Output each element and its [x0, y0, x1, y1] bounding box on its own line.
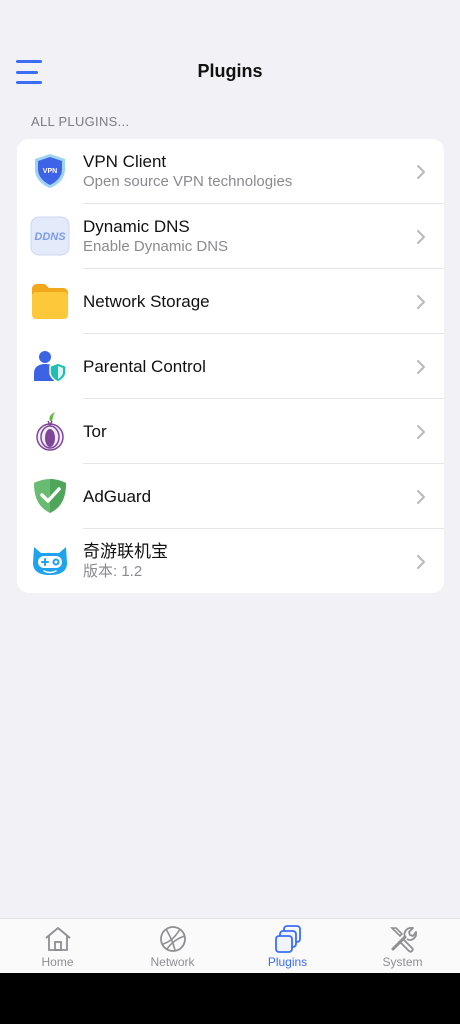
tab-home[interactable]: Home	[0, 919, 115, 973]
tab-label: Plugins	[267, 955, 308, 969]
plugins-icon	[274, 925, 301, 953]
tab-bar: Home Network Plugins System	[0, 918, 460, 973]
plugin-row-adguard[interactable]: AdGuard	[17, 464, 444, 529]
tab-system[interactable]: System	[345, 919, 460, 973]
plugin-row-parental-control[interactable]: Parental Control	[17, 334, 444, 399]
ddns-icon: DDNS	[30, 216, 70, 256]
plugin-row-tor[interactable]: Tor	[17, 399, 444, 464]
adguard-shield-icon	[30, 476, 70, 516]
plugin-row-qiyou[interactable]: 奇游联机宝 版本: 1.2	[17, 529, 444, 593]
qiyou-gamepad-icon	[30, 541, 70, 581]
chevron-right-icon	[417, 425, 425, 439]
plugin-row-vpn-client[interactable]: VPN VPN Client Open source VPN technolog…	[17, 139, 444, 204]
tab-label: Network	[150, 955, 195, 969]
tab-label: System	[382, 955, 423, 969]
tab-plugins[interactable]: Plugins	[230, 919, 345, 973]
plugin-title: Dynamic DNS	[83, 217, 190, 236]
system-navigation-bar	[0, 973, 460, 1024]
plugin-row-dynamic-dns[interactable]: DDNS Dynamic DNS Enable Dynamic DNS	[17, 204, 444, 269]
tab-network[interactable]: Network	[115, 919, 230, 973]
tor-onion-icon	[30, 411, 70, 451]
plugin-title: Parental Control	[83, 357, 206, 376]
plugin-title: Tor	[83, 422, 107, 441]
plugin-row-network-storage[interactable]: Network Storage	[17, 269, 444, 334]
tools-icon	[389, 926, 417, 953]
plugin-title: Network Storage	[83, 292, 210, 311]
chevron-right-icon	[417, 360, 425, 374]
plugin-list: VPN VPN Client Open source VPN technolog…	[17, 139, 444, 593]
chevron-right-icon	[417, 490, 425, 504]
page-title: Plugins	[197, 61, 263, 81]
plugin-title: VPN Client	[83, 152, 167, 171]
plugin-subtitle: Enable Dynamic DNS	[83, 238, 229, 255]
chevron-right-icon	[417, 295, 425, 309]
ddns-badge-text: DDNS	[34, 231, 66, 243]
plugin-subtitle: 版本: 1.2	[83, 563, 143, 580]
header: Plugins	[0, 40, 460, 104]
plugin-title: AdGuard	[83, 487, 152, 506]
plugin-subtitle: Open source VPN technologies	[83, 173, 293, 190]
vpn-shield-icon: VPN	[30, 151, 70, 191]
parental-control-icon	[30, 346, 70, 386]
folder-icon	[30, 281, 70, 321]
home-icon	[44, 927, 71, 951]
vpn-badge-text: VPN	[43, 168, 57, 175]
section-label: ALL PLUGINS...	[31, 114, 130, 129]
chevron-right-icon	[417, 230, 425, 244]
tab-label: Home	[41, 955, 74, 969]
chevron-right-icon	[417, 555, 425, 569]
plugin-title: 奇游联机宝	[83, 542, 168, 561]
chevron-right-icon	[417, 165, 425, 179]
globe-icon	[159, 926, 186, 952]
